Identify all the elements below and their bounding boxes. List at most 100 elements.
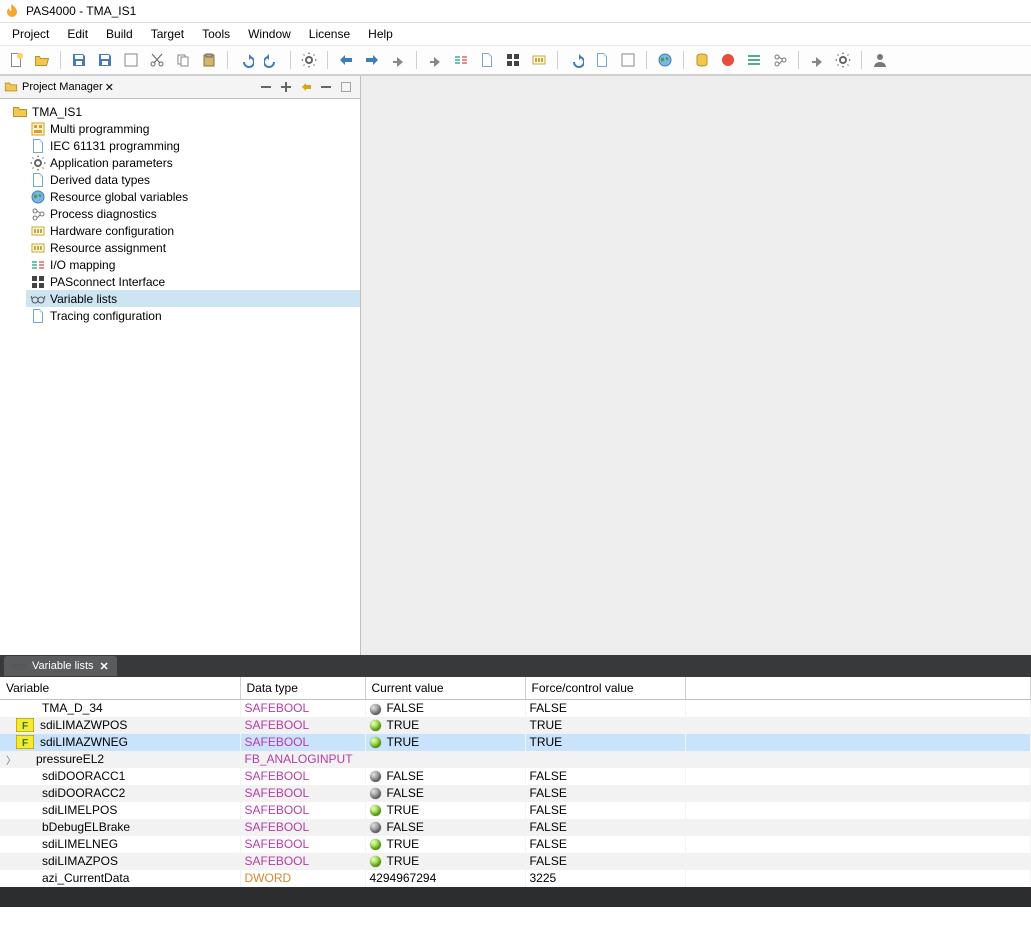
misc1-button[interactable] — [805, 48, 829, 72]
menu-target[interactable]: Target — [143, 25, 192, 43]
db-button[interactable] — [690, 48, 714, 72]
close-tab-button[interactable]: ✕ — [100, 660, 109, 673]
project-tree[interactable]: TMA_IS1 Multi programmingIEC 61131 progr… — [0, 99, 360, 655]
cell-variable[interactable]: sdiLIMAZWNEG — [0, 734, 240, 751]
cell-variable[interactable]: azi_CurrentData — [0, 870, 240, 887]
cell-force[interactable]: FALSE — [525, 700, 685, 717]
tree-item[interactable]: Tracing configuration — [26, 307, 360, 324]
menu-build[interactable]: Build — [98, 25, 141, 43]
redo-button[interactable] — [260, 48, 284, 72]
table-row[interactable]: sdiLIMAZWPOSSAFEBOOLTRUETRUE — [0, 717, 1031, 734]
new-button[interactable] — [4, 48, 28, 72]
cell-force[interactable]: FALSE — [525, 819, 685, 836]
save-button[interactable] — [67, 48, 91, 72]
diag3-button[interactable] — [501, 48, 525, 72]
expand-all-button[interactable] — [276, 77, 296, 97]
menu-edit[interactable]: Edit — [59, 25, 96, 43]
tree-item[interactable]: Process diagnostics — [26, 205, 360, 222]
cell-variable[interactable]: sdiDOORACC1 — [0, 768, 240, 785]
variable-lists-tab[interactable]: Variable lists ✕ — [4, 656, 117, 676]
cell-variable[interactable]: sdiLIMAZWPOS — [0, 717, 240, 734]
cell-variable[interactable]: sdiLIMELNEG — [0, 836, 240, 853]
tree-item[interactable]: I/O mapping — [26, 256, 360, 273]
diag4-button[interactable] — [527, 48, 551, 72]
cell-force[interactable]: FALSE — [525, 853, 685, 870]
expand-icon[interactable]: 〉 — [6, 752, 16, 767]
tree-item[interactable]: IEC 61131 programming — [26, 137, 360, 154]
tree-root[interactable]: TMA_IS1 — [8, 103, 360, 120]
diag1-button[interactable] — [449, 48, 473, 72]
paste-button[interactable] — [197, 48, 221, 72]
menu-tools[interactable]: Tools — [194, 25, 238, 43]
undo-button[interactable] — [234, 48, 258, 72]
print-button[interactable] — [119, 48, 143, 72]
tree-item[interactable]: Multi programming — [26, 120, 360, 137]
cell-force[interactable]: FALSE — [525, 768, 685, 785]
cell-force[interactable]: TRUE — [525, 717, 685, 734]
table-row[interactable]: azi_CurrentDataDWORD42949672943225 — [0, 870, 1031, 887]
build-button[interactable] — [297, 48, 321, 72]
table-row[interactable]: TMA_D_34SAFEBOOLFALSEFALSE — [0, 700, 1031, 717]
variable-name: pressureEL2 — [36, 752, 104, 766]
table-row[interactable]: bDebugELBrakeSAFEBOOLFALSEFALSE — [0, 819, 1031, 836]
user-button[interactable] — [868, 48, 892, 72]
tree-item[interactable]: Resource assignment — [26, 239, 360, 256]
tree-item[interactable]: Application parameters — [26, 154, 360, 171]
menu-window[interactable]: Window — [240, 25, 299, 43]
table-row[interactable]: 〉pressureEL2FB_ANALOGINPUT — [0, 751, 1031, 768]
cell-force[interactable]: FALSE — [525, 802, 685, 819]
column-force-value[interactable]: Force/control value — [525, 677, 685, 700]
table-row[interactable]: sdiLIMAZPOSSAFEBOOLTRUEFALSE — [0, 853, 1031, 870]
copy-button[interactable] — [171, 48, 195, 72]
proc-button[interactable] — [768, 48, 792, 72]
collapse-all-button[interactable] — [256, 77, 276, 97]
view1-button[interactable] — [590, 48, 614, 72]
globe-button[interactable] — [653, 48, 677, 72]
open-button[interactable] — [30, 48, 54, 72]
tree-item[interactable]: Resource global variables — [26, 188, 360, 205]
menu-license[interactable]: License — [301, 25, 358, 43]
tree-item[interactable]: Hardware configuration — [26, 222, 360, 239]
column-current-value[interactable]: Current value — [365, 677, 525, 700]
cell-force[interactable]: 3225 — [525, 870, 685, 887]
table-row[interactable]: sdiLIMAZWNEGSAFEBOOLTRUETRUE — [0, 734, 1031, 751]
list-button[interactable] — [742, 48, 766, 72]
table-row[interactable]: sdiDOORACC1SAFEBOOLFALSEFALSE — [0, 768, 1031, 785]
menu-project[interactable]: Project — [4, 25, 57, 43]
cell-variable[interactable]: sdiDOORACC2 — [0, 785, 240, 802]
saveall-button[interactable] — [93, 48, 117, 72]
cut-button[interactable] — [145, 48, 169, 72]
misc2-button[interactable] — [831, 48, 855, 72]
tree-item[interactable]: Derived data types — [26, 171, 360, 188]
new-icon — [8, 52, 24, 68]
cell-variable[interactable]: bDebugELBrake — [0, 819, 240, 836]
cell-force[interactable] — [525, 751, 685, 768]
download-button[interactable] — [334, 48, 358, 72]
cell-variable[interactable]: TMA_D_34 — [0, 700, 240, 717]
cell-variable[interactable]: 〉 pressureEL2 — [0, 751, 240, 768]
column-datatype[interactable]: Data type — [240, 677, 365, 700]
online-button[interactable] — [386, 48, 410, 72]
table-row[interactable]: sdiDOORACC2SAFEBOOLFALSEFALSE — [0, 785, 1031, 802]
view2-button[interactable] — [616, 48, 640, 72]
cell-variable[interactable]: sdiLIMAZPOS — [0, 853, 240, 870]
current-value: TRUE — [387, 718, 420, 732]
tree-item[interactable]: Variable lists — [26, 290, 360, 307]
upload-button[interactable] — [360, 48, 384, 72]
tree-item[interactable]: PASconnect Interface — [26, 273, 360, 290]
cell-force[interactable]: TRUE — [525, 734, 685, 751]
menu-help[interactable]: Help — [360, 25, 401, 43]
minimize-view-button[interactable] — [316, 77, 336, 97]
table-row[interactable]: sdiLIMELNEGSAFEBOOLTRUEFALSE — [0, 836, 1031, 853]
stop-button[interactable] — [716, 48, 740, 72]
refresh-button[interactable] — [564, 48, 588, 72]
cell-force[interactable]: FALSE — [525, 836, 685, 853]
table-row[interactable]: sdiLIMELPOSSAFEBOOLTRUEFALSE — [0, 802, 1031, 819]
diag2-button[interactable] — [475, 48, 499, 72]
cell-force[interactable]: FALSE — [525, 785, 685, 802]
maximize-view-button[interactable] — [336, 77, 356, 97]
column-variable[interactable]: Variable — [0, 677, 240, 700]
cell-variable[interactable]: sdiLIMELPOS — [0, 802, 240, 819]
link-button[interactable] — [423, 48, 447, 72]
link-editor-button[interactable] — [296, 77, 316, 97]
